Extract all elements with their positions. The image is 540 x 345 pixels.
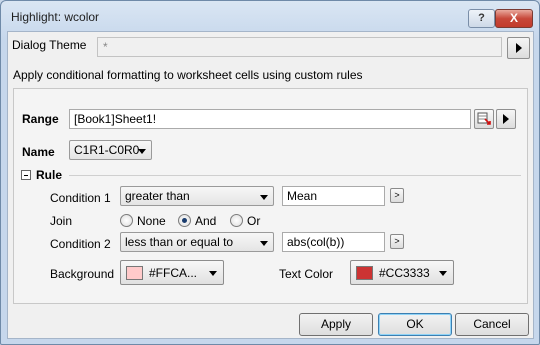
condition1-options-button[interactable]: >: [390, 188, 404, 203]
chevron-down-icon: [260, 195, 268, 200]
range-menu-button[interactable]: [496, 109, 516, 129]
condition1-label: Condition 1: [50, 191, 111, 205]
text-color-value: #CC3333: [379, 266, 430, 280]
join-label: Join: [50, 214, 73, 228]
theme-menu-button[interactable]: [507, 37, 530, 59]
join-and-label: And: [195, 214, 217, 228]
condition2-label: Condition 2: [50, 237, 111, 251]
close-icon: X: [509, 11, 518, 25]
dialog-theme-label: Dialog Theme: [12, 38, 87, 52]
chevron-down-icon: [439, 271, 447, 276]
condition1-value-input[interactable]: Mean: [282, 186, 385, 206]
settings-panel: Range [Book1]Sheet1! Name C1R1-C0R0 Rule…: [13, 88, 528, 304]
rule-section-label: Rule: [36, 168, 63, 182]
text-color-swatch: [356, 266, 373, 280]
background-swatch: [126, 266, 143, 280]
condition1-options-glyph: >: [394, 190, 400, 200]
dialog-window: Highlight: wcolor ? X Dialog Theme * App…: [0, 0, 540, 345]
chevron-down-icon: [260, 241, 268, 246]
condition2-options-button[interactable]: >: [390, 234, 404, 249]
background-color-value: #FFCA...: [149, 266, 198, 280]
play-arrow-icon: [516, 43, 522, 53]
join-or-radio[interactable]: [230, 214, 243, 227]
range-label: Range: [22, 112, 59, 126]
condition2-operator-dropdown[interactable]: less than or equal to: [120, 232, 274, 252]
chevron-down-icon: [209, 271, 217, 276]
collapse-rule-icon[interactable]: [21, 170, 31, 180]
text-color-label: Text Color: [279, 267, 334, 281]
title-bar[interactable]: Highlight: wcolor ? X: [1, 1, 539, 31]
help-button[interactable]: ?: [468, 9, 495, 28]
name-dropdown-value: C1R1-C0R0: [74, 143, 140, 157]
range-input[interactable]: [Book1]Sheet1!: [69, 109, 471, 129]
description-text: Apply conditional formatting to workshee…: [13, 68, 363, 82]
ok-button[interactable]: OK: [378, 313, 452, 336]
play-arrow-icon: [503, 114, 509, 124]
cancel-button[interactable]: Cancel: [455, 313, 529, 336]
close-button[interactable]: X: [495, 9, 533, 28]
dialog-theme-field[interactable]: *: [97, 37, 502, 57]
join-none-radio[interactable]: [120, 214, 133, 227]
select-range-icon: [477, 112, 491, 125]
window-title: Highlight: wcolor: [11, 10, 100, 24]
range-select-button[interactable]: [474, 109, 494, 129]
name-label: Name: [22, 145, 55, 159]
join-or-label: Or: [247, 214, 261, 228]
condition2-value-input[interactable]: abs(col(b)): [282, 232, 385, 252]
join-and-radio[interactable]: [178, 214, 191, 227]
background-color-dropdown[interactable]: #FFCA...: [120, 260, 224, 285]
chevron-down-icon: [138, 149, 146, 154]
text-color-dropdown[interactable]: #CC3333: [350, 260, 454, 285]
rule-divider: [69, 175, 521, 176]
help-icon: ?: [478, 12, 485, 24]
background-label: Background: [50, 267, 115, 281]
condition2-operator-value: less than or equal to: [125, 235, 234, 249]
apply-button[interactable]: Apply: [299, 313, 373, 336]
condition1-operator-value: greater than: [125, 189, 190, 203]
name-dropdown[interactable]: C1R1-C0R0: [69, 140, 152, 160]
join-none-label: None: [137, 214, 166, 228]
dialog-body: Dialog Theme * Apply conditional formatt…: [7, 31, 534, 339]
condition2-options-glyph: >: [394, 236, 400, 246]
condition1-operator-dropdown[interactable]: greater than: [120, 186, 274, 206]
